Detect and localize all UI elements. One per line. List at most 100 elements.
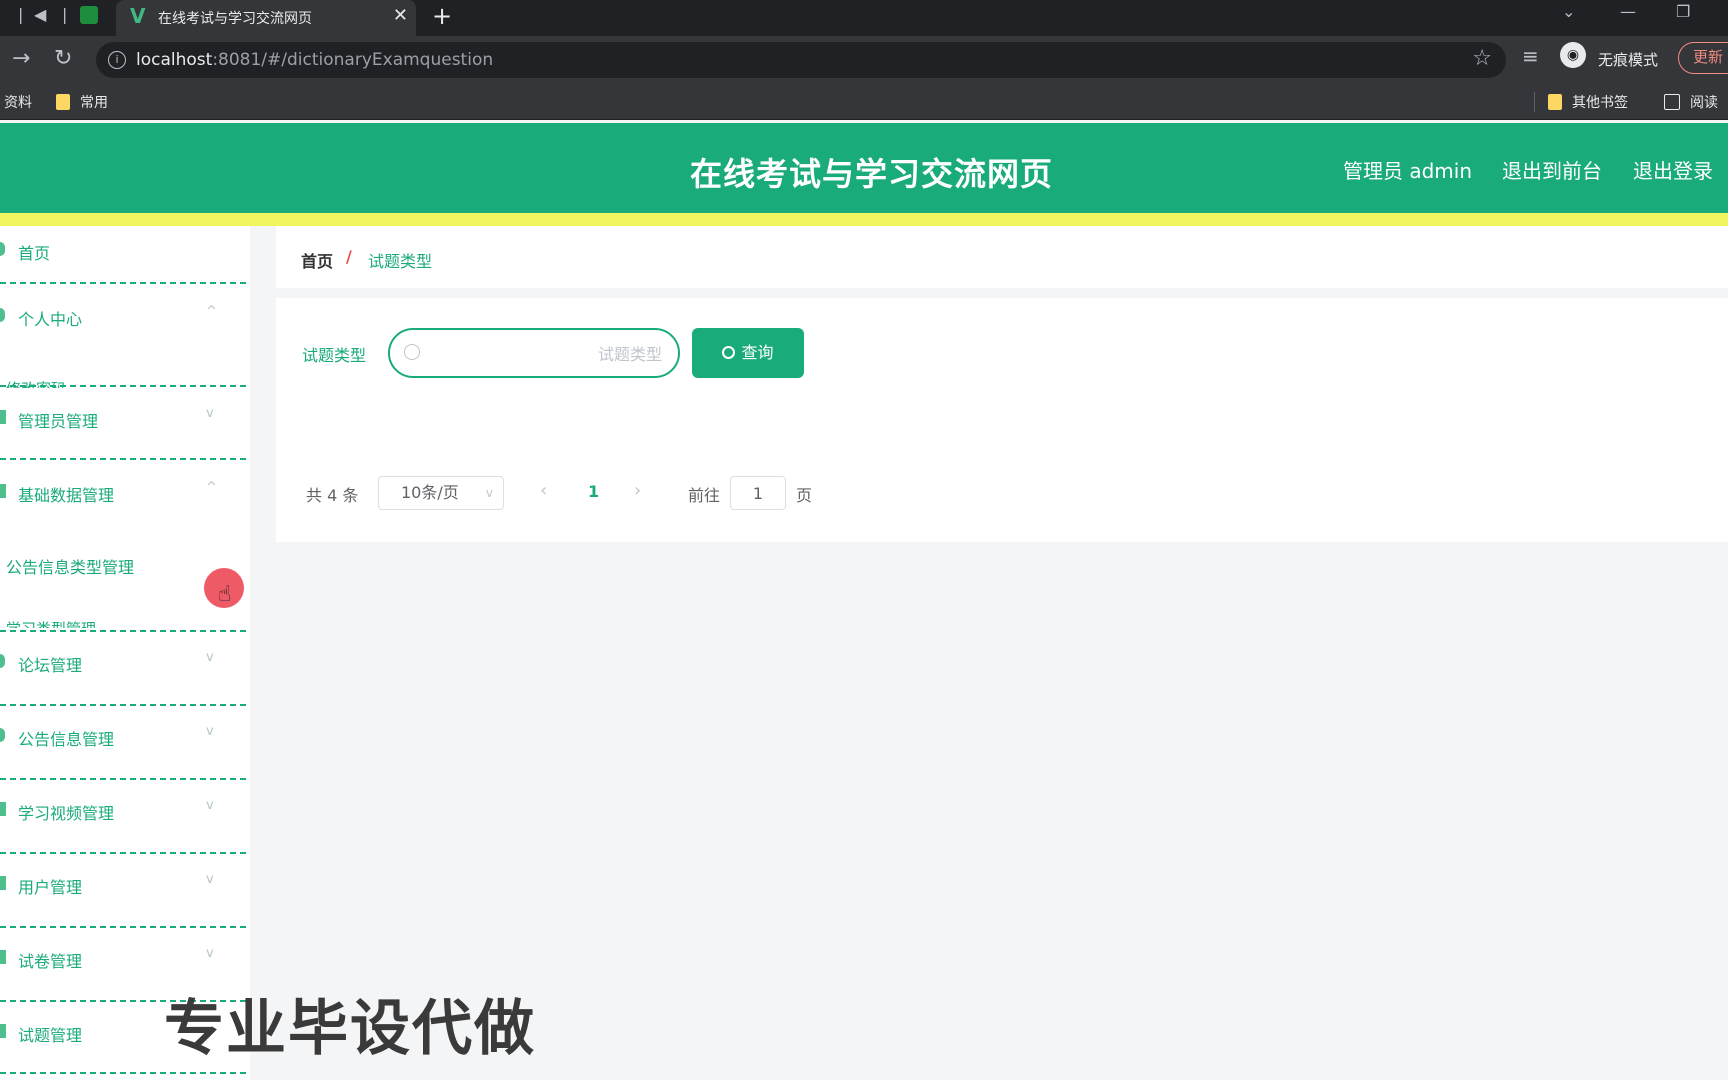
minimize-button[interactable]: — <box>1620 2 1636 21</box>
bookmark-star-icon[interactable]: ☆ <box>1472 46 1492 71</box>
chevron-down-icon: v <box>206 724 214 739</box>
submenu-study-type[interactable]: 学习类型管理 <box>6 618 96 628</box>
reading-mode-label: 阅读 <box>1690 95 1718 111</box>
chevron-down-icon: v <box>485 486 493 500</box>
search-field[interactable] <box>388 328 680 378</box>
bookmark-other[interactable]: 其他书签 <box>1548 92 1628 112</box>
chevron-down-icon: v <box>206 406 214 421</box>
app-title: 在线考试与学习交流网页 <box>690 155 1054 193</box>
query-button-label: 查询 <box>741 343 774 362</box>
sidebar-divider <box>0 282 246 284</box>
chevron-down-icon: v <box>206 650 214 665</box>
reading-list-icon[interactable]: ≡ <box>1522 44 1539 68</box>
sidebar-item-home[interactable]: 首页 <box>0 236 246 266</box>
hand-cursor-icon: ☝ <box>218 582 232 607</box>
incognito-icon[interactable]: ◉ <box>1560 42 1586 68</box>
bookmark-partial[interactable]: 资料 <box>4 92 32 112</box>
sidebar-item-video[interactable]: 学习视频管理 v <box>0 796 246 826</box>
prev-page-icon[interactable]: ‹ <box>540 480 547 501</box>
sidebar-item-label: 用户管理 <box>18 878 83 897</box>
address-bar[interactable]: i localhost:8081/#/dictionaryExamquestio… <box>96 42 1506 78</box>
active-tab[interactable]: V 在线考试与学习交流网页 ✕ <box>116 0 416 36</box>
video-icon <box>0 802 6 816</box>
sidebar-item-personal-center[interactable]: 个人中心 ^ <box>0 302 246 332</box>
next-page-icon[interactable]: › <box>634 480 641 501</box>
forum-icon <box>0 654 5 668</box>
chevron-down-icon: v <box>206 872 214 887</box>
sidebar-divider <box>0 704 246 706</box>
header-accent-stripe <box>0 213 1728 226</box>
breadcrumb-home[interactable]: 首页 <box>301 248 333 272</box>
page-number[interactable]: 1 <box>588 482 599 501</box>
update-button[interactable]: 更新 <box>1678 42 1728 74</box>
sidebar-item-users[interactable]: 用户管理 v <box>0 870 246 900</box>
reader-icon <box>1664 94 1680 110</box>
sidebar-divider <box>0 458 246 460</box>
users-icon <box>0 876 6 890</box>
sidebar-divider <box>0 630 246 632</box>
tab-search-icon[interactable]: ⌄ <box>1562 2 1575 21</box>
sidebar-item-forum[interactable]: 论坛管理 v <box>0 648 246 678</box>
content-panel: 试题类型 查询 共 4 条 10条/页 v ‹ 1 › 前往 页 <box>276 298 1728 542</box>
chevron-down-icon: v <box>206 946 214 961</box>
chevron-down-icon: v <box>206 798 214 813</box>
notice-icon <box>0 728 5 742</box>
search-label: 试题类型 <box>302 346 367 365</box>
tab-divider: | <box>18 5 24 24</box>
submenu-notice-type[interactable]: 公告信息类型管理 <box>6 554 134 578</box>
logout-link[interactable]: 退出登录 <box>1633 155 1713 184</box>
breadcrumb-current: 试题类型 <box>368 252 433 271</box>
tab-close-icon[interactable]: ✕ <box>393 5 408 26</box>
query-button[interactable]: 查询 <box>692 328 804 378</box>
folder-icon <box>56 94 70 110</box>
forward-icon[interactable]: → <box>12 46 30 71</box>
reload-icon[interactable]: ↻ <box>54 46 72 71</box>
chevron-up-icon: ^ <box>206 480 217 495</box>
paper-icon <box>0 950 6 964</box>
sheets-tab-icon[interactable] <box>80 6 98 24</box>
new-tab-button[interactable]: + <box>432 2 452 30</box>
admin-user-label: 管理员 admin <box>1343 159 1473 183</box>
url-text[interactable]: localhost:8081/#/dictionaryExamquestion <box>136 50 493 70</box>
sidebar-item-notice[interactable]: 公告信息管理 v <box>0 722 246 752</box>
search-input[interactable] <box>430 340 662 368</box>
question-icon <box>0 1024 6 1038</box>
pagination-total: 共 4 条 <box>306 486 359 505</box>
tab-divider: | <box>62 5 68 24</box>
goto-page-input[interactable] <box>730 476 786 510</box>
sidebar-item-admin-management[interactable]: 管理员管理 v <box>0 404 246 434</box>
exit-to-front-link[interactable]: 退出到前台 <box>1502 155 1602 184</box>
folder-icon <box>1548 94 1562 110</box>
sidebar-divider <box>0 778 246 780</box>
data-icon <box>0 484 6 498</box>
site-info-icon[interactable]: i <box>108 51 126 69</box>
bookmarks-bar: 资料 常用 其他书签 阅读 <box>0 84 1728 120</box>
tab-mute-icon[interactable]: ◀ <box>34 4 46 26</box>
restore-button[interactable]: ❐ <box>1676 2 1690 21</box>
sidebar-divider <box>0 1072 246 1074</box>
breadcrumb-separator: / <box>346 247 352 266</box>
bookmark-common[interactable]: 常用 <box>56 92 108 112</box>
search-icon <box>722 346 736 359</box>
sidebar-divider <box>0 385 246 387</box>
tab-title: 在线考试与学习交流网页 <box>158 11 312 27</box>
browser-tabbar: | ◀ | V 在线考试与学习交流网页 ✕ + ⌄ — ❐ <box>0 0 1728 36</box>
sidebar-divider <box>0 926 246 928</box>
sidebar-item-label: 公告信息管理 <box>18 730 115 749</box>
admin-icon <box>0 410 6 424</box>
incognito-label: 无痕模式 <box>1598 51 1659 69</box>
app-header: 在线考试与学习交流网页 管理员 admin 退出到前台 退出登录 <box>0 123 1728 213</box>
bookmark-common-label: 常用 <box>80 95 108 111</box>
sidebar-item-exam-paper[interactable]: 试卷管理 v <box>0 944 246 974</box>
reading-mode[interactable]: 阅读 <box>1664 92 1718 112</box>
search-icon <box>404 344 420 360</box>
sidebar-divider <box>0 852 246 854</box>
sidebar-item-label: 论坛管理 <box>18 656 83 675</box>
page-size-select[interactable]: 10条/页 v <box>378 476 504 510</box>
sidebar-item-basic-data[interactable]: 基础数据管理 ^ <box>0 478 246 508</box>
sidebar-item-label: 个人中心 <box>18 310 83 329</box>
sidebar: 首页 个人中心 ^ 修改密码 管理员管理 v 基础数据管理 ^ 公告信息类型管理… <box>0 226 250 1080</box>
sidebar-item-label: 首页 <box>18 244 51 263</box>
url-path: :8081/#/dictionaryExamquestion <box>212 50 494 70</box>
bookmarks-divider <box>1534 92 1535 112</box>
